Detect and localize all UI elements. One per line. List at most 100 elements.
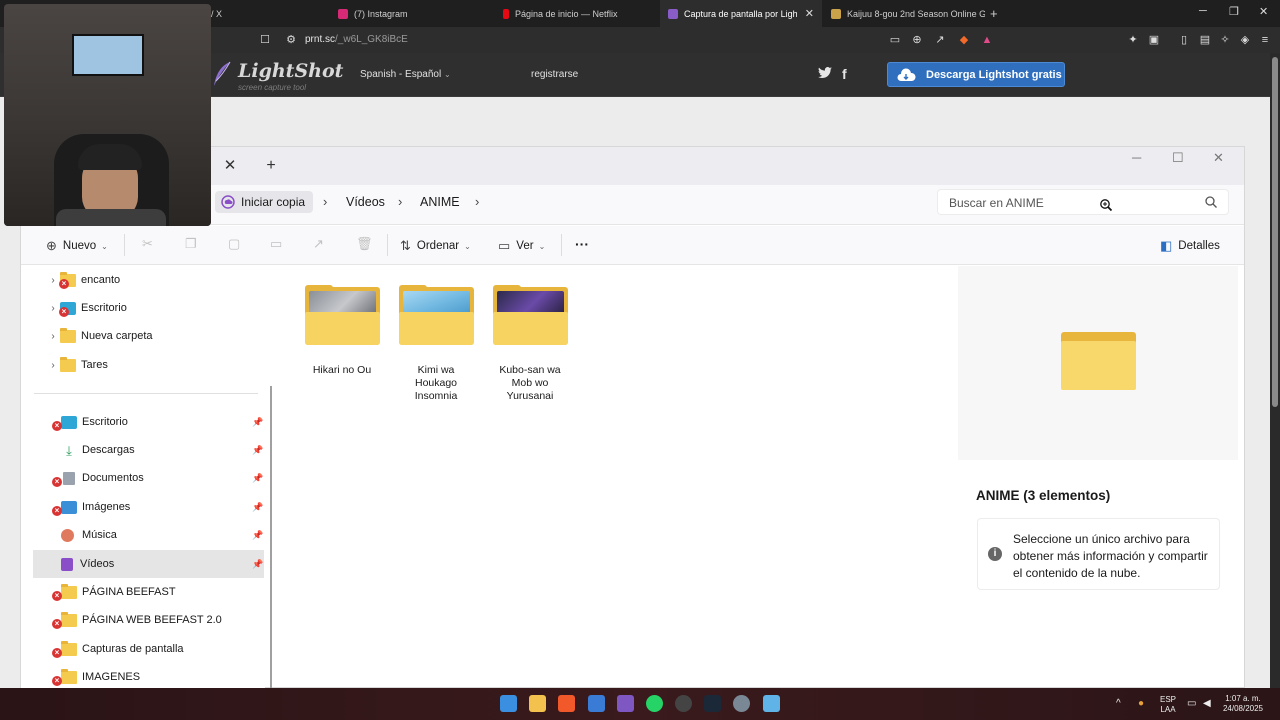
- lightshot-logo-text[interactable]: LightShot: [238, 60, 343, 82]
- steam-icon[interactable]: [704, 695, 721, 712]
- twitter-icon[interactable]: [818, 66, 832, 82]
- nav-tree-item-encanto[interactable]: › encanto: [46, 267, 120, 293]
- url-field[interactable]: prnt.sc/_w6L_GK8iBcE: [305, 34, 408, 45]
- tab-instagram[interactable]: (7) Instagram: [330, 0, 490, 27]
- cut-icon[interactable]: ✂: [142, 236, 153, 252]
- details-button[interactable]: ◧ Detalles: [1160, 238, 1220, 254]
- menu-icon[interactable]: ≡: [1258, 33, 1272, 47]
- explorer-close-icon[interactable]: ✕: [1213, 150, 1224, 166]
- reader-icon[interactable]: ▣: [1147, 33, 1161, 47]
- nav-tree-item-tares[interactable]: › Tares: [46, 352, 108, 378]
- sidebar-icon[interactable]: ▯: [1177, 33, 1191, 47]
- wallet-icon[interactable]: ▤: [1198, 33, 1212, 47]
- folder-item[interactable]: Kimi wa Houkago Insomnia: [396, 285, 476, 403]
- volume-icon[interactable]: ◀: [1203, 699, 1211, 709]
- expand-chevron-icon[interactable]: ›: [46, 331, 60, 342]
- facebook-icon[interactable]: f: [842, 66, 847, 82]
- brave-shield-icon[interactable]: ◆: [957, 33, 971, 47]
- folder-item[interactable]: Kubo-san wa Mob wo Yurusanai: [490, 285, 570, 403]
- extensions-icon[interactable]: ✦: [1126, 33, 1140, 47]
- zoom-icon[interactable]: ⊕: [910, 33, 924, 47]
- clock[interactable]: 1:07 a. m. 24/08/2025: [1222, 694, 1264, 714]
- expand-chevron-icon[interactable]: ›: [46, 275, 60, 286]
- brave-browser-icon[interactable]: [558, 695, 575, 712]
- quick-item-imagenes[interactable]: Imágenes: [61, 494, 130, 520]
- more-options-button[interactable]: ···: [575, 236, 589, 252]
- pin-icon[interactable]: 📌: [252, 445, 263, 456]
- new-button[interactable]: ⊕ Nuevo ⌄: [46, 238, 108, 254]
- search-icon[interactable]: [1204, 195, 1218, 209]
- game-controller-icon[interactable]: [617, 695, 634, 712]
- pin-icon[interactable]: 📌: [252, 530, 263, 541]
- expand-chevron-icon[interactable]: ›: [46, 303, 60, 314]
- quick-item-musica[interactable]: Música: [61, 522, 117, 548]
- sort-button[interactable]: ⇅ Ordenar ⌄: [400, 238, 471, 254]
- quick-item-pagina-beefast[interactable]: PÁGINA BEEFAST: [61, 579, 176, 605]
- new-tab-button[interactable]: +: [990, 0, 1006, 27]
- quick-item-descargas[interactable]: ⤓ Descargas: [61, 437, 134, 463]
- microphone-icon[interactable]: ●: [1138, 699, 1144, 709]
- file-explorer-icon[interactable]: [529, 695, 546, 712]
- explorer-maximize-icon[interactable]: ☐: [1172, 150, 1184, 166]
- breadcrumb-home[interactable]: Iniciar copia: [215, 191, 313, 213]
- whatsapp-icon[interactable]: [646, 695, 663, 712]
- minimize-icon[interactable]: ─: [1199, 5, 1207, 17]
- tab-lightshot[interactable]: Captura de pantalla por Lightsh ✕: [660, 0, 822, 27]
- leo-icon[interactable]: ✧: [1218, 33, 1232, 47]
- download-lightshot-button[interactable]: Descarga Lightshot gratis: [887, 62, 1065, 87]
- pin-icon[interactable]: 📌: [252, 559, 263, 570]
- vpn-icon[interactable]: ◈: [1238, 33, 1252, 47]
- quick-item-capturas[interactable]: Capturas de pantalla: [61, 636, 184, 662]
- pin-icon[interactable]: 📌: [252, 473, 263, 484]
- share-icon[interactable]: ↗: [313, 236, 324, 252]
- close-tab-icon[interactable]: ✕: [797, 7, 822, 20]
- copy-icon[interactable]: ❐: [185, 236, 197, 252]
- start-windows-icon[interactable]: [500, 695, 517, 712]
- explorer-minimize-icon[interactable]: ─: [1132, 150, 1141, 165]
- quick-item-videos[interactable]: Vídeos: [61, 551, 114, 577]
- share-icon[interactable]: ↗: [933, 33, 947, 47]
- delete-icon[interactable]: 🗑: [356, 236, 373, 252]
- tab-netflix[interactable]: Página de inicio — Netflix: [495, 0, 655, 27]
- pin-icon[interactable]: 📌: [252, 502, 263, 513]
- explorer-tab-close-icon[interactable]: ✕: [215, 153, 245, 179]
- paste-icon[interactable]: ▢: [228, 236, 240, 252]
- tab-x[interactable]: / X: [211, 0, 321, 27]
- rename-icon[interactable]: ▭: [270, 236, 282, 252]
- settings-icon[interactable]: [733, 695, 750, 712]
- breadcrumb-anime[interactable]: ANIME: [420, 195, 460, 209]
- quick-item-imagenes-folder[interactable]: IMAGENES: [61, 664, 140, 690]
- display-icon[interactable]: ▭: [1187, 699, 1196, 709]
- breadcrumb-chevron-icon[interactable]: ›: [475, 194, 479, 209]
- quick-item-documentos[interactable]: Documentos: [61, 465, 144, 491]
- breadcrumb-chevron-icon[interactable]: ›: [398, 194, 402, 209]
- obs-icon[interactable]: [675, 695, 692, 712]
- cast-icon[interactable]: ▭: [888, 33, 902, 47]
- site-settings-icon[interactable]: ⚙: [284, 33, 298, 47]
- microsoft-store-icon[interactable]: [588, 695, 605, 712]
- register-link[interactable]: registrarse: [531, 69, 578, 80]
- nav-tree-item-nueva-carpeta[interactable]: › Nueva carpeta: [46, 323, 153, 349]
- quick-item-escritorio[interactable]: Escritorio: [61, 409, 128, 435]
- nav-tree-item-escritorio[interactable]: › Escritorio: [46, 295, 127, 321]
- view-button[interactable]: ▭ Ver ⌄: [498, 238, 545, 254]
- tray-chevron-icon[interactable]: ^: [1116, 699, 1121, 709]
- language-indicator[interactable]: ESP LAA: [1158, 695, 1178, 715]
- app-icon[interactable]: [763, 695, 780, 712]
- page-scroll-thumb[interactable]: [1272, 57, 1278, 407]
- breadcrumb-chevron-icon[interactable]: ›: [323, 194, 327, 209]
- breadcrumb-videos[interactable]: Vídeos: [346, 195, 385, 209]
- search-box[interactable]: Buscar en ANIME: [937, 189, 1229, 215]
- folder-item[interactable]: Hikari no Ou: [302, 285, 382, 377]
- maximize-icon[interactable]: ❐: [1229, 5, 1239, 18]
- quick-item-pagina-web-beefast[interactable]: PÁGINA WEB BEEFAST 2.0: [61, 607, 222, 633]
- tab-kaijuu[interactable]: Kaijuu 8-gou 2nd Season Online Gra: [825, 0, 985, 27]
- explorer-new-tab-button[interactable]: +: [260, 153, 282, 179]
- nav-scrollbar[interactable]: [270, 386, 272, 688]
- language-select[interactable]: Spanish - Español ⌄: [360, 69, 451, 80]
- close-window-icon[interactable]: ✕: [1259, 5, 1268, 18]
- pin-icon[interactable]: 📌: [252, 417, 263, 428]
- brave-rewards-icon[interactable]: ▲: [980, 33, 994, 47]
- expand-chevron-icon[interactable]: ›: [46, 360, 60, 371]
- bookmark-icon[interactable]: ☐: [258, 33, 272, 47]
